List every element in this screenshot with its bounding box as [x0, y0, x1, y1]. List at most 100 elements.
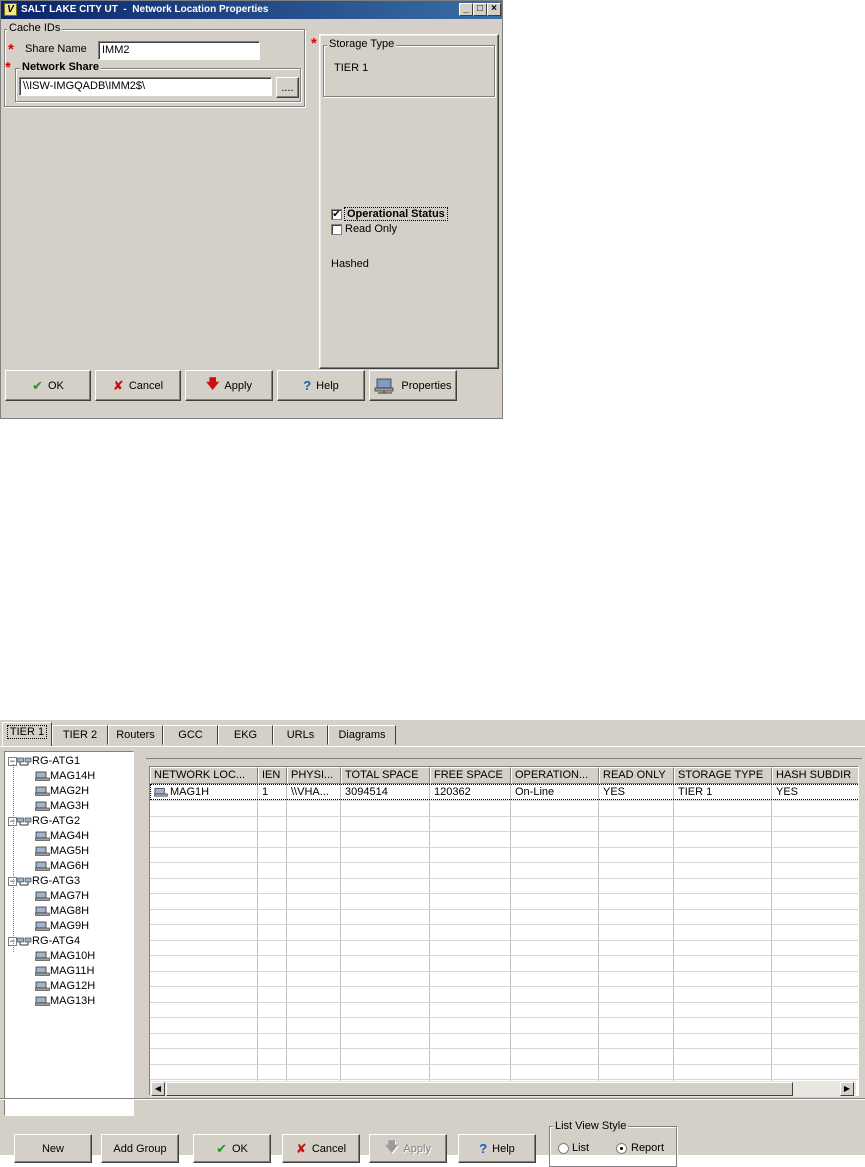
column-header[interactable]: STORAGE TYPE — [674, 767, 772, 784]
app-icon: V — [4, 3, 17, 16]
column-header[interactable]: TOTAL SPACE — [341, 767, 430, 784]
check-icon: ✔ — [216, 1140, 227, 1156]
network-share-input[interactable]: \\ISW-IMGQADB\IMM2$\ — [19, 77, 272, 96]
cancel-button[interactable]: ✘ Cancel — [95, 370, 181, 401]
tree-group[interactable]: − RG-ATG3 — [8, 875, 80, 890]
column-header[interactable]: READ ONLY — [599, 767, 674, 784]
column-header[interactable]: NETWORK LOC... — [150, 767, 258, 784]
tree-item-label: MAG10H — [50, 950, 96, 962]
network-share-legend: Network Share — [20, 61, 102, 73]
tree-item[interactable]: MAG7H — [35, 890, 89, 905]
help-icon: ? — [303, 378, 312, 393]
tree-group[interactable]: − RG-ATG4 — [8, 935, 80, 950]
list-radio-label[interactable]: List — [572, 1142, 589, 1154]
grid-row-line — [150, 924, 858, 925]
share-name-input[interactable]: IMM2 — [98, 41, 260, 60]
server-icon — [35, 860, 50, 872]
required-marker: * — [8, 41, 14, 58]
scroll-left-button[interactable]: ◀ — [151, 1082, 165, 1096]
maximize-button[interactable]: □ — [473, 3, 487, 16]
column-header[interactable]: IEN — [258, 767, 287, 784]
operational-status-checkbox[interactable]: ✔ — [331, 209, 342, 220]
group-network-icon — [17, 755, 32, 767]
grid-row-line — [150, 800, 858, 801]
tab-tier1[interactable]: TIER 1 — [2, 722, 52, 746]
tree-group[interactable]: − RG-ATG2 — [8, 815, 80, 830]
tab-urls[interactable]: URLs — [273, 725, 328, 745]
location-tree[interactable]: − RG-ATG1 MAG14H MAG2H MAG3H − RG-ATG2 MAG4H MAG… — [4, 751, 134, 1116]
report-radio-label[interactable]: Report — [631, 1142, 664, 1154]
column-header[interactable]: FREE SPACE — [430, 767, 511, 784]
tree-item[interactable]: MAG2H — [35, 785, 89, 800]
grid-row-line — [150, 1048, 858, 1049]
tree-item[interactable]: MAG4H — [35, 830, 89, 845]
read-only-label[interactable]: Read Only — [345, 223, 397, 235]
tree-item[interactable]: MAG8H — [35, 905, 89, 920]
grid-column-line — [771, 784, 772, 1084]
read-only-checkbox[interactable] — [331, 224, 342, 235]
tree-group-label: RG-ATG1 — [32, 755, 81, 767]
help-icon: ? — [479, 1141, 488, 1156]
server-icon — [35, 965, 50, 977]
browse-button[interactable]: .... — [276, 77, 299, 98]
apply-button[interactable]: 🡇 Apply — [185, 370, 273, 401]
tree-item[interactable]: MAG9H — [35, 920, 89, 935]
tab-diagrams[interactable]: Diagrams — [328, 725, 396, 745]
close-button[interactable]: × — [487, 3, 501, 16]
help-button[interactable]: ? Help — [458, 1134, 536, 1163]
grid-row-line — [150, 893, 858, 894]
tree-item[interactable]: MAG14H — [35, 770, 95, 785]
required-marker: * — [5, 59, 11, 76]
operational-status-label[interactable]: Operational Status — [344, 207, 448, 221]
network-locations-grid[interactable]: NETWORK LOC... IEN PHYSI... TOTAL SPACE FREE… — [149, 766, 859, 1096]
table-cell: \\VHA... — [291, 786, 329, 798]
tree-item[interactable]: MAG6H — [35, 860, 89, 875]
ok-button[interactable]: ✔ OK — [5, 370, 91, 401]
title-bar[interactable]: V SALT LAKE CITY UT - Network Location P… — [1, 1, 502, 19]
tree-group[interactable]: − RG-ATG1 — [8, 755, 80, 770]
column-header[interactable]: OPERATION... — [511, 767, 599, 784]
server-icon — [35, 800, 50, 812]
tab-routers[interactable]: Routers — [108, 725, 163, 745]
properties-button[interactable]: Properties — [369, 370, 457, 401]
cancel-button-label: Cancel — [128, 379, 164, 392]
horizontal-scrollbar[interactable]: ◀ ▶ — [150, 1081, 856, 1097]
tree-item[interactable]: MAG12H — [35, 980, 95, 995]
table-cell: On-Line — [515, 786, 555, 798]
tree-item-label: MAG2H — [50, 785, 90, 797]
tree-group-label: RG-ATG2 — [32, 815, 81, 827]
column-header[interactable]: PHYSI... — [287, 767, 341, 784]
grid-column-line — [429, 784, 430, 1084]
scroll-right-button[interactable]: ▶ — [840, 1082, 854, 1096]
list-radio[interactable] — [558, 1143, 569, 1154]
column-header[interactable]: HASH SUBDIR — [772, 767, 858, 784]
apply-button[interactable]: 🡇 Apply — [369, 1134, 447, 1163]
tab-tier2[interactable]: TIER 2 — [52, 725, 108, 745]
minimize-button[interactable]: _ — [459, 3, 473, 16]
server-icon — [35, 995, 50, 1007]
report-radio[interactable] — [616, 1143, 627, 1154]
tree-item[interactable]: MAG11H — [35, 965, 94, 980]
tab-ekg[interactable]: EKG — [218, 725, 273, 745]
help-button[interactable]: ? Help — [277, 370, 365, 401]
cancel-button-label: Cancel — [311, 1142, 347, 1155]
add-group-button[interactable]: Add Group — [101, 1134, 179, 1163]
scrollbar-thumb[interactable] — [166, 1082, 793, 1096]
table-cell: 3094514 — [345, 786, 388, 798]
ok-button[interactable]: ✔ OK — [193, 1134, 271, 1163]
tab-gcc[interactable]: GCC — [163, 725, 218, 745]
group-network-icon — [17, 935, 32, 947]
tree-item-label: MAG3H — [50, 800, 90, 812]
cancel-button[interactable]: ✘ Cancel — [282, 1134, 360, 1163]
tree-item[interactable]: MAG5H — [35, 845, 89, 860]
grid-row-line — [150, 955, 858, 956]
x-icon: ✘ — [112, 377, 124, 393]
tree-item[interactable]: MAG10H — [35, 950, 95, 965]
tree-item[interactable]: MAG13H — [35, 995, 95, 1010]
table-row[interactable]: MAG1H 1 \\VHA... 3094514 120362 On-Line YES TIE… — [150, 784, 858, 800]
group-network-icon — [17, 815, 32, 827]
tree-item[interactable]: MAG3H — [35, 800, 89, 815]
new-button[interactable]: New — [14, 1134, 92, 1163]
server-icon — [35, 905, 50, 917]
down-arrow-icon: 🡇 — [206, 375, 220, 391]
